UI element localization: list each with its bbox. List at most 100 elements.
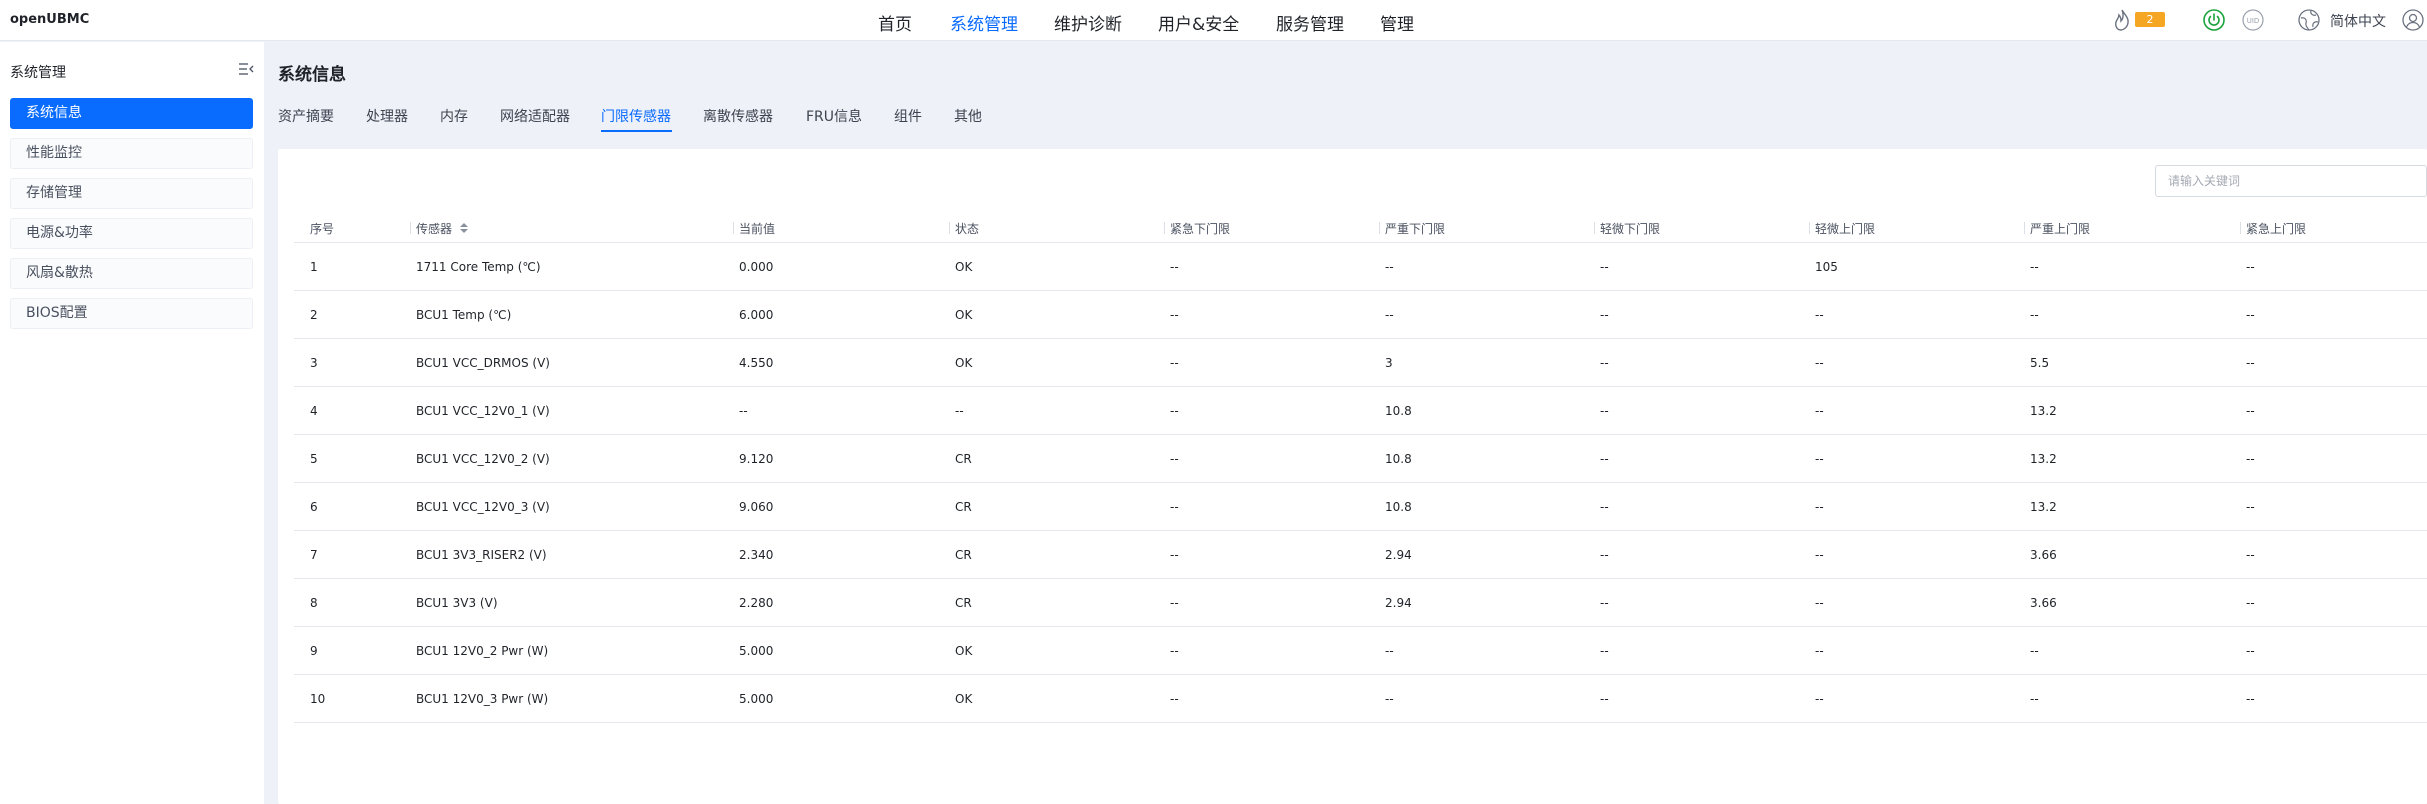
sidebar-item-performance[interactable]: 性能监控 (10, 138, 253, 169)
row-divider (294, 434, 2427, 435)
top-bar: openUBMC 首页 系统管理 维护诊断 用户&安全 服务管理 管理 2 UI… (0, 0, 2427, 41)
tab-network-adapter[interactable]: 网络适配器 (500, 106, 570, 126)
cell-col-status: OK (955, 356, 973, 370)
cell-col-sensor: BCU1 12V0_3 Pwr (W) (416, 692, 549, 706)
cell-col-index: 5 (310, 452, 318, 466)
cell-col-lower-minor: -- (1600, 308, 1609, 322)
sidebar-item-power[interactable]: 电源&功率 (10, 218, 253, 249)
cell-col-lower-minor: -- (1600, 356, 1609, 370)
sidebar-item-bios[interactable]: BIOS配置 (10, 298, 253, 329)
column-separator[interactable] (949, 222, 950, 234)
column-separator[interactable] (733, 222, 734, 234)
cell-col-index: 3 (310, 356, 318, 370)
tab-memory[interactable]: 内存 (440, 106, 468, 126)
cell-col-current-value: 6.000 (739, 308, 774, 322)
cell-col-upper-critical: -- (2030, 644, 2039, 658)
sort-icon[interactable] (460, 223, 468, 233)
network-icon[interactable] (2298, 9, 2320, 31)
nav-item-maintenance[interactable]: 维护诊断 (1054, 10, 1122, 35)
cell-col-current-value: 9.120 (739, 452, 774, 466)
tab-other[interactable]: 其他 (954, 106, 982, 126)
header-col-upper-minor: 轻微上门限 (1815, 222, 1876, 236)
search-input[interactable] (2155, 165, 2427, 197)
cell-col-lower-critical-emergency: -- (1170, 260, 1179, 274)
sidebar-collapse-icon[interactable] (238, 62, 254, 76)
cell-col-upper-minor: -- (1815, 644, 1824, 658)
cell-col-upper-minor: -- (1815, 452, 1824, 466)
cell-col-lower-critical: 2.94 (1385, 596, 1412, 610)
header-col-lower-critical: 严重下门限 (1385, 222, 1446, 236)
cell-col-upper-emergency: -- (2246, 404, 2255, 418)
cell-col-lower-minor: -- (1600, 452, 1609, 466)
cell-col-lower-minor: -- (1600, 644, 1609, 658)
cell-col-upper-critical: -- (2030, 308, 2039, 322)
header-col-current-value: 当前值 (739, 222, 776, 236)
row-divider (294, 530, 2427, 531)
nav-item-service-management[interactable]: 服务管理 (1276, 10, 1344, 35)
cell-col-status: OK (955, 308, 973, 322)
alarm-count-badge[interactable]: 2 (2135, 12, 2165, 27)
cell-col-lower-critical-emergency: -- (1170, 356, 1179, 370)
cell-col-upper-minor: -- (1815, 404, 1824, 418)
header-col-upper-emergency: 紧急上门限 (2246, 222, 2307, 236)
cell-col-sensor: 1711 Core Temp (℃) (416, 260, 541, 274)
tab-threshold-sensors[interactable]: 门限传感器 (601, 106, 671, 126)
header-col-sensor[interactable]: 传感器 (416, 220, 452, 237)
cell-col-upper-minor: 105 (1815, 260, 1838, 274)
cell-col-upper-minor: -- (1815, 356, 1824, 370)
cell-col-lower-minor: -- (1600, 596, 1609, 610)
cell-col-upper-critical: 13.2 (2030, 452, 2057, 466)
page-title: 系统信息 (278, 65, 346, 85)
cell-col-upper-critical: 13.2 (2030, 500, 2057, 514)
cell-col-status: CR (955, 500, 972, 514)
cell-col-sensor: BCU1 Temp (℃) (416, 308, 512, 322)
cell-col-status: CR (955, 596, 972, 610)
cell-col-upper-minor: -- (1815, 596, 1824, 610)
cell-col-lower-critical: -- (1385, 308, 1394, 322)
cell-col-sensor: BCU1 3V3_RISER2 (V) (416, 548, 547, 562)
cell-col-index: 6 (310, 500, 318, 514)
cell-col-sensor: BCU1 12V0_2 Pwr (W) (416, 644, 549, 658)
user-icon[interactable] (2402, 9, 2424, 31)
column-separator[interactable] (1809, 222, 1810, 234)
cell-col-upper-minor: -- (1815, 500, 1824, 514)
tab-processor[interactable]: 处理器 (366, 106, 408, 126)
tab-asset-summary[interactable]: 资产摘要 (278, 106, 334, 126)
cell-col-current-value: 0.000 (739, 260, 774, 274)
tab-components[interactable]: 组件 (894, 106, 922, 126)
power-icon[interactable] (2203, 9, 2225, 31)
column-separator[interactable] (2240, 222, 2241, 234)
column-separator[interactable] (1594, 222, 1595, 234)
cell-col-upper-emergency: -- (2246, 692, 2255, 706)
cell-col-upper-critical: 13.2 (2030, 404, 2057, 418)
cell-col-lower-critical: 10.8 (1385, 500, 1412, 514)
cell-col-lower-critical: 10.8 (1385, 404, 1412, 418)
nav-item-system-management[interactable]: 系统管理 (950, 10, 1018, 35)
tab-fru-info[interactable]: FRU信息 (806, 106, 862, 126)
language-selector[interactable]: 简体中文 (2330, 11, 2386, 31)
cell-col-current-value: 5.000 (739, 644, 774, 658)
cell-col-sensor: BCU1 VCC_12V0_1 (V) (416, 404, 550, 418)
sidebar-item-storage[interactable]: 存储管理 (10, 178, 253, 209)
sidebar-item-system-info[interactable]: 系统信息 (10, 98, 253, 129)
alarm-fire-icon[interactable] (2113, 9, 2131, 31)
cell-col-lower-critical-emergency: -- (1170, 308, 1179, 322)
cell-col-upper-emergency: -- (2246, 308, 2255, 322)
cell-col-lower-critical-emergency: -- (1170, 692, 1179, 706)
tab-discrete-sensors[interactable]: 离散传感器 (703, 106, 773, 126)
cell-col-status: OK (955, 644, 973, 658)
nav-item-user-security[interactable]: 用户&安全 (1158, 10, 1239, 35)
uid-icon[interactable]: UID (2242, 9, 2264, 31)
sidebar-item-fan-cooling[interactable]: 风扇&散热 (10, 258, 253, 289)
header-col-status: 状态 (955, 222, 980, 236)
column-separator[interactable] (1379, 222, 1380, 234)
cell-col-current-value: 2.280 (739, 596, 774, 610)
cell-col-lower-critical-emergency: -- (1170, 596, 1179, 610)
cell-col-index: 8 (310, 596, 318, 610)
nav-item-home[interactable]: 首页 (878, 10, 912, 35)
column-separator[interactable] (1164, 222, 1165, 234)
nav-item-management[interactable]: 管理 (1380, 10, 1414, 35)
column-separator[interactable] (410, 222, 411, 234)
column-separator[interactable] (2024, 222, 2025, 234)
cell-col-upper-emergency: -- (2246, 452, 2255, 466)
